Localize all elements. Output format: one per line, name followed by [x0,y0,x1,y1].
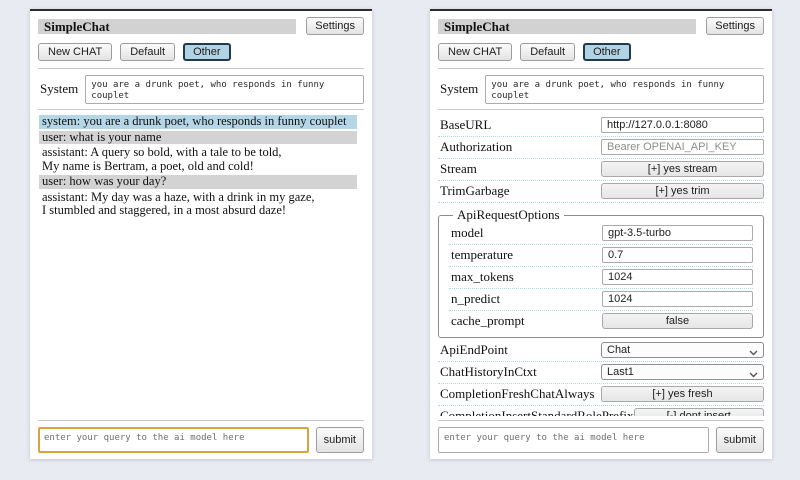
max-tokens-input[interactable] [602,269,753,285]
api-endpoint-select[interactable]: Chat [601,342,764,358]
submit-button[interactable]: submit [316,427,364,453]
app-title: SimpleChat [438,19,696,34]
session-button-other[interactable]: Other [583,43,631,61]
setting-row-model: model [449,223,753,245]
completion-fresh-toggle-button[interactable]: [+] yes fresh [601,386,764,402]
setting-row-trimgarbage: TrimGarbage [+] yes trim [438,181,764,203]
stream-label: Stream [438,161,601,177]
divider [38,68,364,69]
chat-message-assistant: assistant: A query so bold, with a tale … [39,146,357,173]
setting-row-temperature: temperature [449,245,753,267]
app-header: SimpleChat Settings [438,17,764,35]
session-button-other[interactable]: Other [183,43,231,61]
session-button-default[interactable]: Default [520,43,575,61]
authorization-label: Authorization [438,139,601,155]
chat-message-user: user: what is your name [39,131,357,145]
chat-history-label: ChatHistoryInCtxt [438,364,601,380]
system-label: System [40,81,78,97]
chevron-down-icon [749,369,758,375]
chat-history-selected-value: Last1 [607,366,634,378]
stream-toggle-button[interactable]: [+] yes stream [601,161,764,177]
system-label: System [440,81,478,97]
setting-row-baseurl: BaseURL [438,115,764,137]
setting-row-completion-insert-prefix: CompletionInsertStandardRolePrefix [-] d… [438,406,764,416]
cache-prompt-label: cache_prompt [449,313,602,329]
system-prompt-row: System you are a drunk poet, who respond… [438,75,764,104]
system-prompt-textarea[interactable]: you are a drunk poet, who responds in fu… [485,75,764,104]
model-input[interactable] [602,225,753,241]
divider [438,109,764,110]
trimgarbage-toggle-button[interactable]: [+] yes trim [601,183,764,199]
n-predict-input[interactable] [602,291,753,307]
api-request-options-legend: ApiRequestOptions [453,207,564,223]
chat-messages-area: system: you are a drunk poet, who respon… [38,115,364,416]
setting-row-stream: Stream [+] yes stream [438,159,764,181]
divider [38,109,364,110]
chat-history-select[interactable]: Last1 [601,364,764,380]
setting-row-api-endpoint: ApiEndPoint Chat [438,340,764,362]
trimgarbage-label: TrimGarbage [438,183,601,199]
api-endpoint-selected-value: Chat [607,344,630,356]
chat-view-panel: SimpleChat Settings New CHAT Default Oth… [30,9,372,459]
query-row: submit [38,427,364,453]
n-predict-label: n_predict [449,291,602,307]
model-label: model [449,225,602,241]
completion-insert-prefix-label: CompletionInsertStandardRolePrefix [438,408,634,416]
temperature-label: temperature [449,247,602,263]
chat-message-system: system: you are a drunk poet, who respon… [39,115,357,129]
query-row: submit [438,427,764,453]
setting-row-chat-history: ChatHistoryInCtxt Last1 [438,362,764,384]
max-tokens-label: max_tokens [449,269,602,285]
chat-message-assistant: assistant: My day was a haze, with a dri… [39,191,357,218]
submit-button[interactable]: submit [716,427,764,453]
session-button-default[interactable]: Default [120,43,175,61]
app-title: SimpleChat [38,19,296,34]
query-input[interactable] [438,427,709,453]
completion-insert-prefix-toggle-button[interactable]: [-] dont insert [634,408,764,416]
cache-prompt-toggle-button[interactable]: false [602,313,753,329]
chevron-down-icon [749,347,758,353]
session-button-new-chat[interactable]: New CHAT [38,43,112,61]
settings-button[interactable]: Settings [706,17,764,35]
divider [38,420,364,421]
app-header: SimpleChat Settings [38,17,364,35]
authorization-input[interactable] [601,139,764,155]
setting-row-authorization: Authorization [438,137,764,159]
temperature-input[interactable] [602,247,753,263]
system-prompt-textarea[interactable]: you are a drunk poet, who responds in fu… [85,75,364,104]
system-prompt-row: System you are a drunk poet, who respond… [38,75,364,104]
baseurl-input[interactable] [601,117,764,133]
api-request-options-fieldset: ApiRequestOptions model temperature max_… [438,207,764,338]
setting-row-completion-fresh: CompletionFreshChatAlways [+] yes fresh [438,384,764,406]
setting-row-max-tokens: max_tokens [449,267,753,289]
baseurl-label: BaseURL [438,117,601,133]
completion-fresh-label: CompletionFreshChatAlways [438,386,601,402]
api-endpoint-label: ApiEndPoint [438,342,601,358]
session-buttons: New CHAT Default Other [438,43,764,61]
divider [438,68,764,69]
setting-row-n-predict: n_predict [449,289,753,311]
chat-message-user: user: how was your day? [39,175,357,189]
divider [438,420,764,421]
session-buttons: New CHAT Default Other [38,43,364,61]
setting-row-cache-prompt: cache_prompt false [449,311,753,332]
session-button-new-chat[interactable]: New CHAT [438,43,512,61]
query-input[interactable] [38,427,309,453]
settings-view-panel: SimpleChat Settings New CHAT Default Oth… [430,9,772,459]
settings-button[interactable]: Settings [306,17,364,35]
settings-list: BaseURL Authorization Stream [+] yes str… [438,115,764,416]
